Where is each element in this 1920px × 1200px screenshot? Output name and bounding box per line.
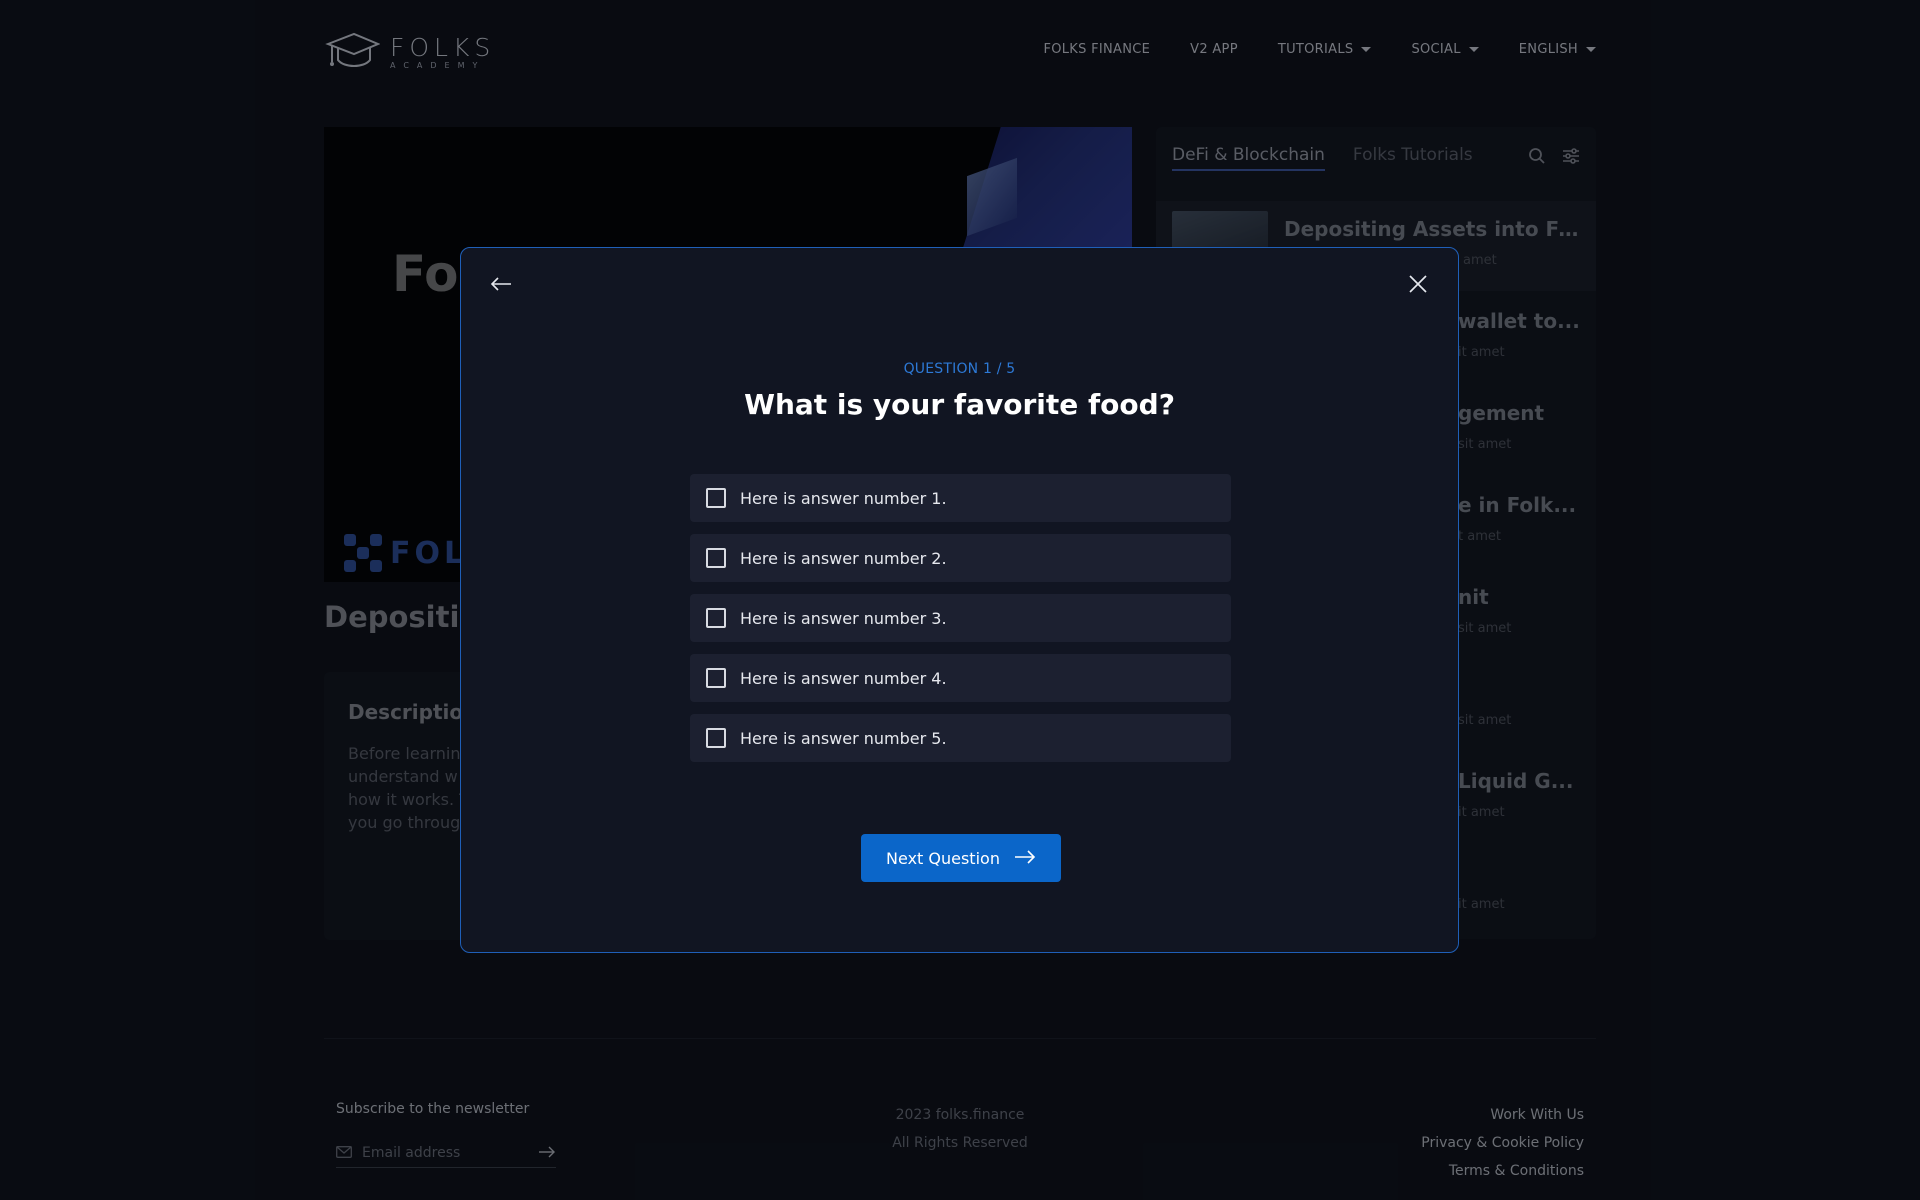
arrow-right-icon: [1014, 849, 1036, 868]
answer-option[interactable]: Here is answer number 5.: [690, 714, 1231, 762]
answer-checkbox[interactable]: [706, 488, 726, 508]
answer-checkbox[interactable]: [706, 668, 726, 688]
next-question-button[interactable]: Next Question: [861, 834, 1061, 882]
answer-checkbox[interactable]: [706, 728, 726, 748]
answer-label: Here is answer number 2.: [740, 548, 947, 568]
close-icon[interactable]: [1402, 268, 1434, 300]
answer-option[interactable]: Here is answer number 4.: [690, 654, 1231, 702]
answer-label: Here is answer number 1.: [740, 488, 947, 508]
quiz-modal: QUESTION 1 / 5 What is your favorite foo…: [460, 247, 1459, 953]
answer-label: Here is answer number 5.: [740, 728, 947, 748]
answer-checkbox[interactable]: [706, 548, 726, 568]
question-counter: QUESTION 1 / 5: [903, 361, 1016, 377]
answer-checkbox[interactable]: [706, 608, 726, 628]
next-question-label: Next Question: [886, 848, 1000, 868]
back-arrow-icon[interactable]: [485, 268, 517, 300]
answer-label: Here is answer number 3.: [740, 608, 947, 628]
answer-label: Here is answer number 4.: [740, 668, 947, 688]
answer-option[interactable]: Here is answer number 1.: [690, 474, 1231, 522]
question-title: What is your favorite food?: [744, 388, 1175, 421]
answer-option[interactable]: Here is answer number 2.: [690, 534, 1231, 582]
answer-option[interactable]: Here is answer number 3.: [690, 594, 1231, 642]
answer-list: Here is answer number 1. Here is answer …: [690, 474, 1231, 762]
